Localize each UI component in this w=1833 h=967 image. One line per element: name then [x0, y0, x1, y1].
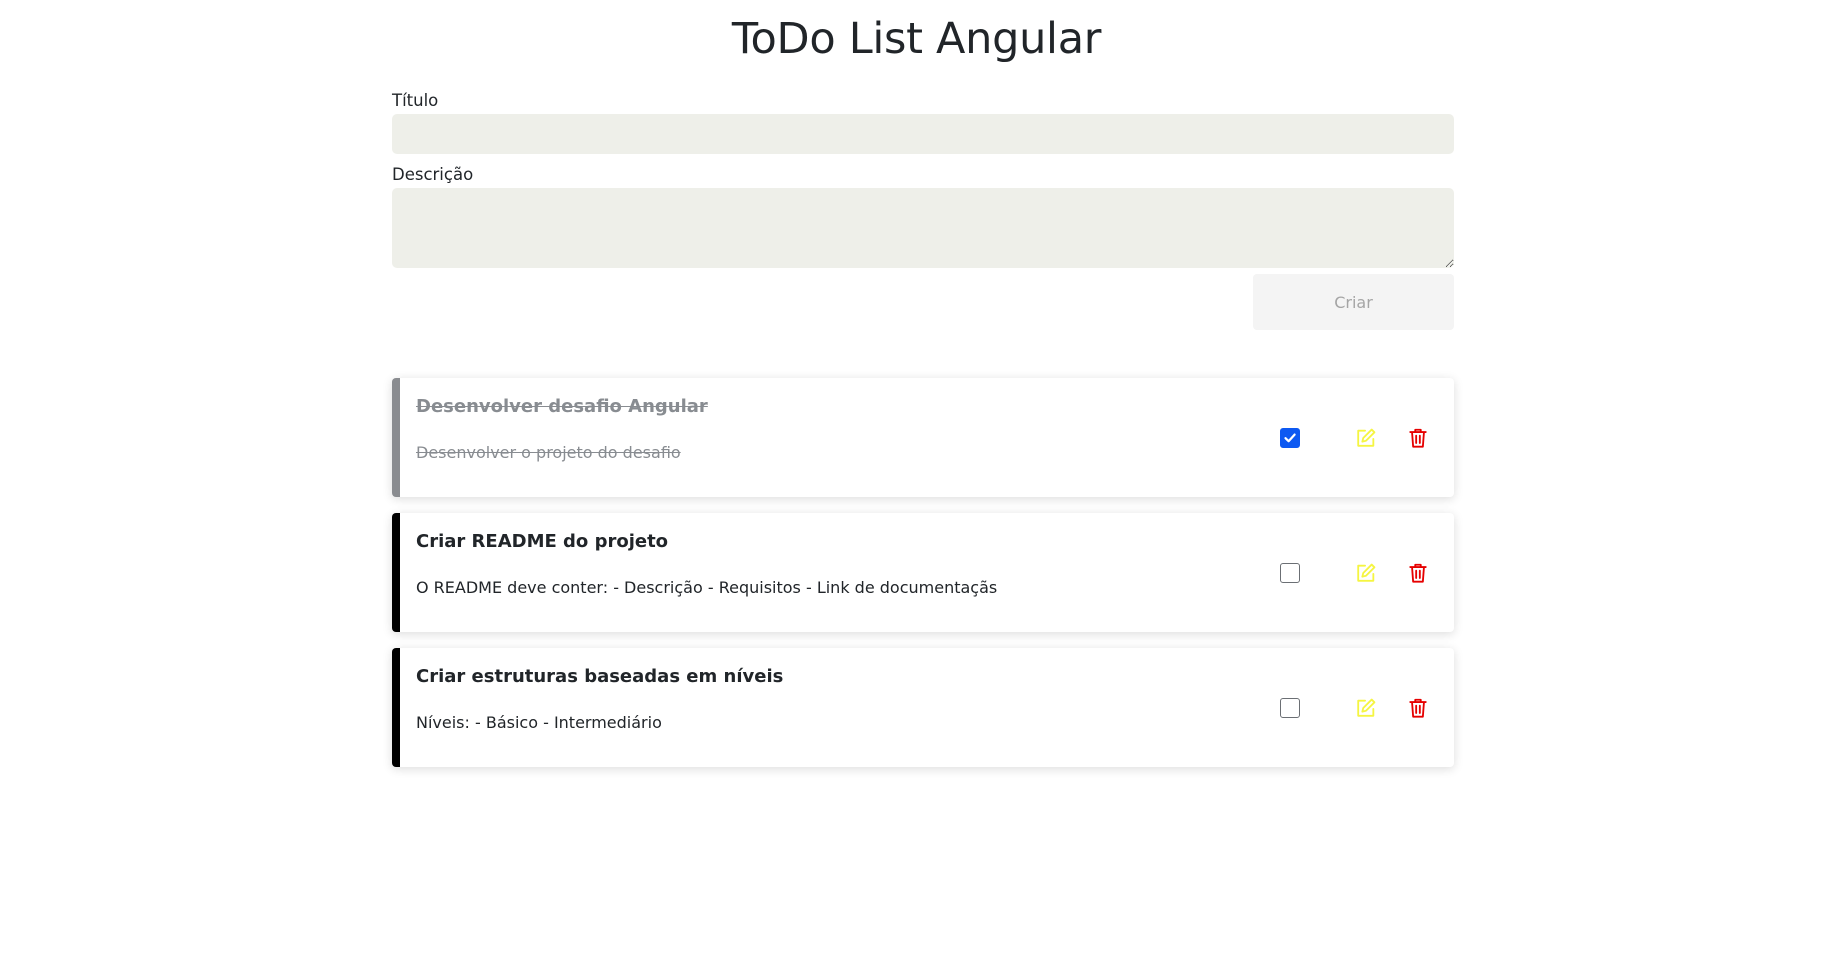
complete-checkbox[interactable] [1280, 698, 1300, 718]
checkmark-icon [1284, 433, 1296, 443]
description-input[interactable] [392, 188, 1454, 268]
title-label: Título [392, 91, 439, 110]
task-description: Níveis: - Básico - Intermediário [416, 713, 662, 732]
title-input[interactable] [392, 114, 1454, 154]
page-title: ToDo List Angular [731, 14, 1102, 64]
trash-icon[interactable] [1407, 427, 1429, 449]
trash-icon[interactable] [1407, 697, 1429, 719]
trash-icon[interactable] [1407, 562, 1429, 584]
create-button[interactable]: Criar [1253, 274, 1454, 330]
complete-checkbox[interactable] [1280, 428, 1300, 448]
task-list: Desenvolver desafio Angular Desenvolver … [392, 378, 1454, 783]
task-description: Desenvolver o projeto do desafio [416, 443, 681, 462]
edit-icon[interactable] [1355, 697, 1377, 719]
task-card: Criar README do projeto O README deve co… [392, 513, 1454, 632]
task-title: Criar estruturas baseadas em níveis [416, 666, 784, 687]
complete-checkbox[interactable] [1280, 563, 1300, 583]
task-title: Desenvolver desafio Angular [416, 396, 708, 417]
description-label: Descrição [392, 165, 474, 184]
todo-page: ToDo List Angular Título Descrição Criar… [0, 0, 1833, 967]
task-form: Título Descrição Criar [392, 90, 1454, 330]
task-title: Criar README do projeto [416, 531, 669, 552]
task-card: Desenvolver desafio Angular Desenvolver … [392, 378, 1454, 497]
edit-icon[interactable] [1355, 562, 1377, 584]
edit-icon[interactable] [1355, 427, 1377, 449]
task-card: Criar estruturas baseadas em níveis Níve… [392, 648, 1454, 767]
task-description: O README deve conter: - Descrição - Requ… [416, 578, 998, 597]
